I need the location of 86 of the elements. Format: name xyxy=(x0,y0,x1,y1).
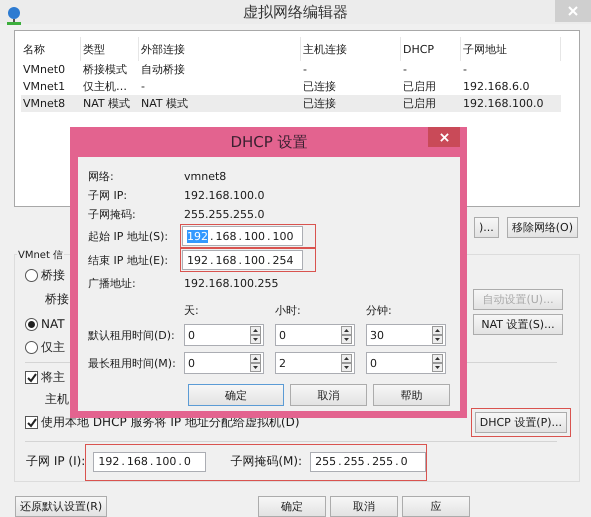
table-cell-text: VMnet1 xyxy=(22,79,66,95)
dialog-button[interactable]: 应 xyxy=(402,496,470,517)
column-header[interactable]: 名称 xyxy=(21,37,81,61)
dialog-button[interactable]: 确定 xyxy=(258,496,326,517)
table-cell-text: - xyxy=(462,62,468,78)
spin-arrows-icon[interactable] xyxy=(432,326,443,344)
column-header[interactable]: 类型 xyxy=(81,37,139,61)
radio-button[interactable] xyxy=(25,340,38,354)
option-label: 桥接 xyxy=(41,267,65,284)
restore-defaults-button[interactable]: 还原默认设置(R) xyxy=(15,496,108,517)
table-cell-text: - xyxy=(302,62,308,78)
ip-address-field[interactable]: 192 . 168 . 100 . 0 xyxy=(93,452,206,472)
option-label: 主机 xyxy=(45,390,69,408)
dialog-button[interactable]: 取消 xyxy=(290,384,368,406)
field-label: 子网 IP: xyxy=(88,188,128,203)
field-value: 255.255.255.0 xyxy=(184,208,266,221)
radio-button[interactable] xyxy=(25,269,38,282)
network-globe-icon xyxy=(6,6,22,26)
table-action-button[interactable]: )... xyxy=(474,217,499,238)
option-label: NAT xyxy=(41,317,65,332)
spin-arrows-icon[interactable] xyxy=(341,354,352,372)
field-label: 默认租用时间(D): xyxy=(88,328,176,342)
field-label: 子网掩码: xyxy=(88,207,137,222)
settings-button[interactable]: DHCP 设置(P)... xyxy=(474,412,567,434)
table-cell-text: - xyxy=(402,62,408,78)
table-cell-text: 已连接 xyxy=(302,79,337,95)
ip-address-field[interactable]: 255 . 255 . 255 . 0 xyxy=(310,452,426,472)
field-label: 网络: xyxy=(88,169,115,184)
table-cell-text: 桥接模式 xyxy=(82,62,128,78)
spin-box[interactable]: 2 xyxy=(275,352,355,374)
subnet-ip-label: 子网 IP (I): xyxy=(26,453,86,470)
spin-box[interactable]: 30 xyxy=(366,324,446,346)
dialog-button[interactable]: 取消 xyxy=(330,496,398,517)
ip-address-field[interactable]: 192 . 168 . 100 . 254 xyxy=(182,250,303,270)
column-label: 小时: xyxy=(275,303,302,318)
table-cell: NAT 模式 xyxy=(139,95,301,112)
spin-arrows-icon[interactable] xyxy=(250,354,261,372)
option-label: 仅主 xyxy=(41,338,65,356)
field-label: 最长租用时间(M): xyxy=(88,356,177,370)
dialog-button[interactable]: 帮助 xyxy=(373,384,450,406)
table-cell: NAT 模式 xyxy=(81,95,139,112)
spin-arrows-icon[interactable] xyxy=(341,326,352,344)
option-label: 将主 xyxy=(41,369,65,386)
ip-address-field[interactable]: 192 . 168 . 100 . 100 xyxy=(182,226,303,246)
column-header[interactable]: DHCP xyxy=(401,37,461,61)
table-cell-text: - xyxy=(140,79,146,95)
table-cell-text: 仅主机… xyxy=(82,79,128,95)
spin-box[interactable]: 0 xyxy=(366,352,446,374)
group-title: VMnet 信 xyxy=(17,248,64,262)
table-cell: 已启用 xyxy=(401,95,461,112)
table-cell: 已连接 xyxy=(301,95,401,112)
column-header[interactable]: 子网地址 xyxy=(461,37,561,61)
table-cell-text: 自动桥接 xyxy=(140,62,186,78)
dialog-button[interactable]: 确定 xyxy=(188,384,284,406)
spin-arrows-icon[interactable] xyxy=(250,326,261,344)
spin-box[interactable]: 0 xyxy=(275,324,355,346)
close-button[interactable] xyxy=(428,127,460,147)
subnet-mask-label: 子网掩码(M): xyxy=(230,453,302,470)
option-label: 桥接 xyxy=(45,290,69,308)
column-label: 分钟: xyxy=(366,303,393,318)
close-icon xyxy=(440,132,448,142)
column-label: 天: xyxy=(184,303,200,318)
spin-box[interactable]: 0 xyxy=(184,352,264,374)
spin-arrows-icon[interactable] xyxy=(432,354,443,372)
table-action-button[interactable]: 移除网络(O) xyxy=(506,217,578,238)
field-value: vmnet8 xyxy=(184,170,228,183)
settings-button[interactable]: NAT 设置(S)... xyxy=(473,314,563,335)
field-label: 起始 IP 地址(S): xyxy=(88,228,170,244)
spin-box[interactable]: 0 xyxy=(184,324,264,346)
field-value: 192.168.100.0 xyxy=(184,189,266,202)
table-cell: VMnet8 xyxy=(21,95,81,112)
dialog-title: DHCP 设置 xyxy=(230,132,308,152)
field-label: 广播地址: xyxy=(88,276,137,291)
table-cell-text: VMnet0 xyxy=(22,62,66,78)
table-cell-text: 192.168.6.0 xyxy=(462,79,530,95)
table-cell-text: 已启用 xyxy=(402,79,437,95)
column-header[interactable]: 外部连接 xyxy=(139,37,301,61)
window-title: 虚拟网络编辑器 xyxy=(243,2,348,22)
field-label: 结束 IP 地址(E): xyxy=(88,252,170,268)
checkbox[interactable] xyxy=(25,371,38,384)
table-cell: 192.168.100.0 xyxy=(461,95,561,112)
close-icon xyxy=(568,6,578,16)
checkbox[interactable] xyxy=(25,416,38,430)
radio-button[interactable] xyxy=(25,318,38,331)
field-value: 192.168.100.255 xyxy=(184,277,280,290)
column-header[interactable]: 主机连接 xyxy=(301,37,401,61)
